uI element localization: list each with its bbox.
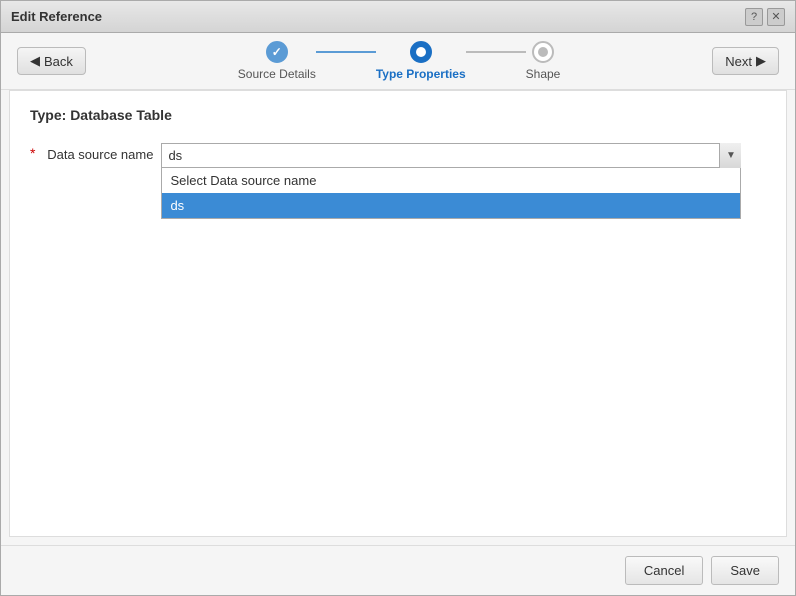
cancel-button[interactable]: Cancel [625,556,703,585]
step-label-shape: Shape [526,67,561,81]
form-row-datasource: * Data source name ds ▼ Select Data sour… [30,143,766,168]
main-content: Type: Database Table * Data source name … [9,90,787,537]
dropdown-option-ds[interactable]: ds [162,193,740,218]
step-label-type-properties: Type Properties [376,67,466,81]
step-type-properties[interactable]: Type Properties [376,41,466,81]
step-circle-shape [532,41,554,63]
dialog-title: Edit Reference [11,9,102,24]
datasource-dropdown-input[interactable]: ds [161,143,741,168]
step-circle-inner [416,47,426,57]
close-icon-button[interactable]: ✕ [767,8,785,26]
datasource-dropdown-wrapper: ds ▼ Select Data source name ds [161,143,741,168]
datasource-dropdown-list: Select Data source name ds [161,168,741,219]
back-button[interactable]: ◀ Back [17,47,86,75]
back-chevron-icon: ◀ [30,53,40,69]
next-chevron-icon: ▶ [756,53,766,69]
step-label-source-details: Source Details [238,67,316,81]
toolbar: ◀ Back ✓ Source Details Type Properties [1,33,795,90]
footer: Cancel Save [1,545,795,595]
datasource-dropdown-arrow[interactable]: ▼ [719,143,741,168]
step-circle-inner-inactive [538,47,548,57]
step-circle-type-properties [410,41,432,63]
dropdown-option-placeholder[interactable]: Select Data source name [162,168,740,193]
stepper: ✓ Source Details Type Properties Shape [238,41,561,81]
checkmark-icon: ✓ [272,45,282,59]
title-icons: ? ✕ [745,8,785,26]
type-header: Type: Database Table [30,107,766,123]
step-circle-source-details: ✓ [266,41,288,63]
step-line-2 [466,51,526,53]
title-bar: Edit Reference ? ✕ [1,1,795,33]
step-line-1 [316,51,376,53]
save-button[interactable]: Save [711,556,779,585]
step-source-details[interactable]: ✓ Source Details [238,41,316,81]
datasource-label: Data source name [43,143,153,162]
step-shape[interactable]: Shape [526,41,561,81]
dialog: Edit Reference ? ✕ ◀ Back ✓ Source Detai… [0,0,796,596]
next-button[interactable]: Next ▶ [712,47,779,75]
required-star: * [30,145,35,161]
help-icon-button[interactable]: ? [745,8,763,26]
datasource-selected-value: ds [168,148,182,163]
